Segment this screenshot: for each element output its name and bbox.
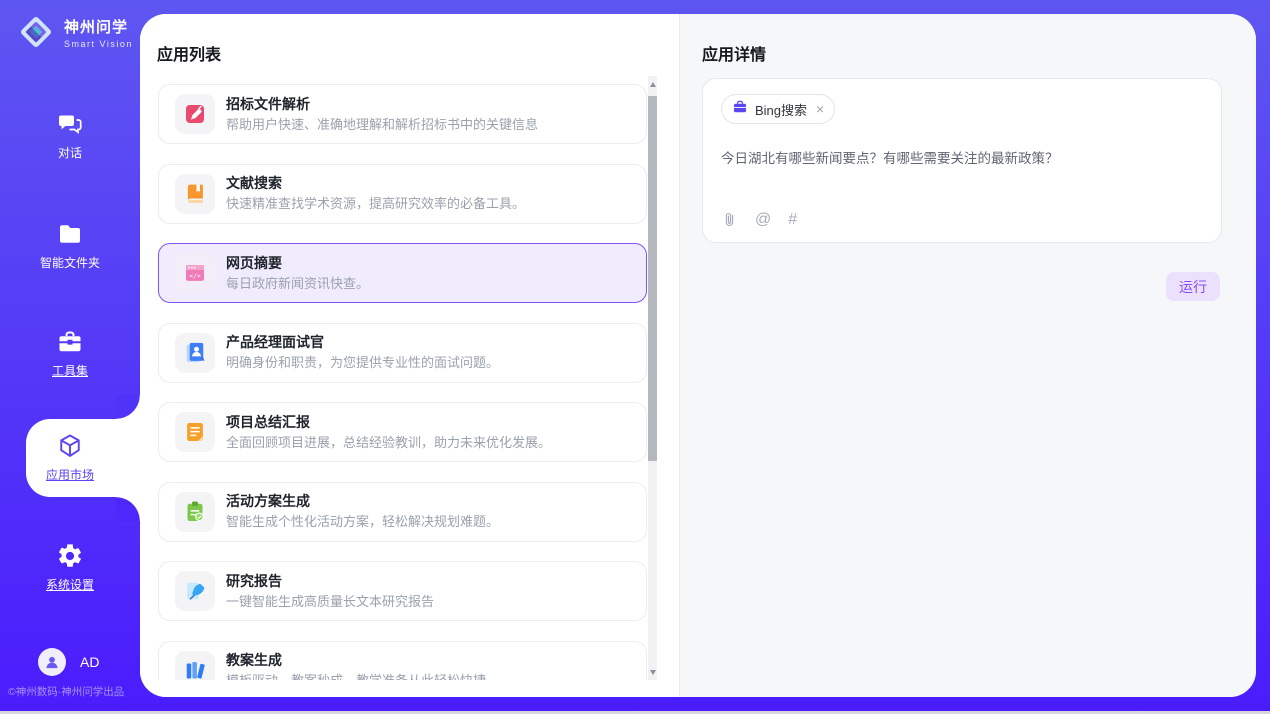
app-description: 快速精准查找学术资源，提高研究效率的必备工具。: [226, 196, 525, 212]
app-card[interactable]: 文献搜索 快速精准查找学术资源，提高研究效率的必备工具。: [158, 164, 647, 224]
app-description: 一键智能生成高质量长文本研究报告: [226, 594, 434, 610]
brand-name: 神州问学: [64, 16, 133, 37]
web-summary-icon: </>: [175, 253, 215, 293]
scroll-up-icon[interactable]: [648, 78, 657, 90]
scroll-down-icon[interactable]: [648, 666, 657, 678]
app-description: 全面回顾项目进展，总结经验教训，助力未来优化发展。: [226, 435, 551, 451]
prompt-card: Bing搜索 × 今日湖北有哪些新闻要点？有哪些需要关注的最新政策？ @ #: [702, 78, 1222, 243]
cube-icon: [56, 432, 84, 460]
event-plan-icon: [175, 492, 215, 532]
main-container: 应用列表 招标文件解析 帮助用户快速、准确地理解和解析招标书中的关键信息 文献搜…: [140, 14, 1256, 697]
sidebar-item-label: 系统设置: [46, 576, 94, 593]
app-list-title: 应用列表: [157, 41, 221, 65]
svg-text:</>: </>: [189, 272, 201, 280]
app-card[interactable]: 产品经理面试官 明确身份和职责，为您提供专业性的面试问题。: [158, 323, 647, 383]
sidebar-item-label: 对话: [58, 144, 82, 161]
brand-gem-icon: [16, 12, 56, 52]
app-description: 每日政府新闻资讯快查。: [226, 276, 369, 292]
attachment-icon[interactable]: [721, 211, 738, 228]
sidebar-item-folder[interactable]: 智能文件夹: [0, 220, 140, 271]
project-summary-icon: [175, 412, 215, 452]
folder-icon: [56, 220, 84, 248]
app-list-panel: 应用列表 招标文件解析 帮助用户快速、准确地理解和解析招标书中的关键信息 文献搜…: [140, 14, 680, 697]
sidebar-item-toolbox[interactable]: 工具集: [0, 328, 140, 379]
mention-icon[interactable]: @: [755, 212, 771, 228]
gear-icon: [56, 542, 84, 570]
app-name: 教案生成: [226, 652, 486, 669]
sidebar-item-chat[interactable]: 对话: [0, 110, 140, 161]
sidebar-item-cube[interactable]: 应用市场: [0, 432, 140, 483]
briefcase-icon: [732, 99, 748, 120]
app-name: 招标文件解析: [226, 96, 538, 113]
tool-tag-bing-search[interactable]: Bing搜索 ×: [721, 94, 835, 124]
tool-tag-label: Bing搜索: [755, 100, 807, 119]
literature-search-icon: [175, 174, 215, 214]
app-description: 明确身份和职责，为您提供专业性的面试问题。: [226, 355, 499, 371]
app-name: 文献搜索: [226, 175, 525, 192]
sidebar-item-label: 工具集: [52, 362, 88, 379]
sidebar: 神州问学 Smart Vision 对话 智能文件夹 工具集 应用市场 系统设置…: [0, 0, 140, 714]
avatar: [38, 648, 66, 676]
research-report-icon: [175, 571, 215, 611]
app-card[interactable]: 项目总结汇报 全面回顾项目进展，总结经验教训，助力未来优化发展。: [158, 402, 647, 462]
scrollbar-thumb[interactable]: [648, 96, 657, 461]
brand-logo: 神州问学 Smart Vision: [16, 12, 133, 52]
close-icon[interactable]: ×: [816, 102, 824, 116]
app-name: 活动方案生成: [226, 493, 499, 510]
tender-parse-icon: [175, 94, 215, 134]
sidebar-item-label: 应用市场: [46, 466, 94, 483]
chat-icon: [56, 110, 84, 138]
app-card[interactable]: 活动方案生成 智能生成个性化活动方案，轻松解决规划难题。: [158, 482, 647, 542]
app-detail-title: 应用详情: [702, 41, 766, 65]
brand-text: 神州问学 Smart Vision: [64, 16, 133, 49]
copyright-text: ©神州数码·神州问学出品: [8, 684, 140, 699]
app-detail-panel: 应用详情 Bing搜索 × 今日湖北有哪些新闻要点？有哪些需要关注的最新政策？ …: [680, 14, 1256, 697]
app-card[interactable]: 研究报告 一键智能生成高质量长文本研究报告: [158, 561, 647, 621]
pm-interviewer-icon: [175, 333, 215, 373]
app-list-viewport: 招标文件解析 帮助用户快速、准确地理解和解析招标书中的关键信息 文献搜索 快速精…: [158, 76, 647, 680]
prompt-input[interactable]: 今日湖北有哪些新闻要点？有哪些需要关注的最新政策？: [721, 149, 1203, 169]
brand-subtitle: Smart Vision: [64, 39, 133, 49]
input-toolbar: @ #: [721, 211, 797, 228]
app-card[interactable]: 教案生成 模板驱动，教案秒成，教学准备从此轻松快捷: [158, 641, 647, 681]
app-name: 产品经理面试官: [226, 334, 499, 351]
app-description: 智能生成个性化活动方案，轻松解决规划难题。: [226, 514, 499, 530]
app-card[interactable]: 招标文件解析 帮助用户快速、准确地理解和解析招标书中的关键信息: [158, 84, 647, 144]
user-account[interactable]: AD: [38, 648, 99, 676]
run-button[interactable]: 运行: [1166, 272, 1220, 301]
sidebar-item-label: 智能文件夹: [40, 254, 100, 271]
lesson-plan-icon: [175, 651, 215, 681]
toolbox-icon: [56, 328, 84, 356]
app-description: 模板驱动，教案秒成，教学准备从此轻松快捷: [226, 673, 486, 680]
app-name: 网页摘要: [226, 255, 369, 272]
sidebar-item-gear[interactable]: 系统设置: [0, 542, 140, 593]
app-name: 研究报告: [226, 573, 434, 590]
scrollbar[interactable]: [648, 76, 657, 680]
hash-icon[interactable]: #: [788, 212, 797, 228]
app-name: 项目总结汇报: [226, 414, 551, 431]
app-card[interactable]: </> 网页摘要 每日政府新闻资讯快查。: [158, 243, 647, 303]
user-name: AD: [80, 654, 99, 670]
app-description: 帮助用户快速、准确地理解和解析招标书中的关键信息: [226, 117, 538, 133]
